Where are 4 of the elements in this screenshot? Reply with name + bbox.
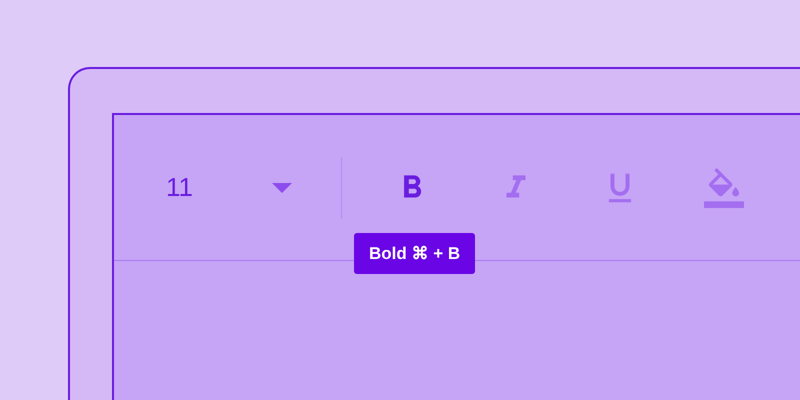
caret-icon (272, 182, 292, 192)
fill-color-button[interactable] (704, 168, 744, 208)
tooltip: Bold ⌘ + B (354, 233, 476, 274)
font-size-dropdown[interactable]: 11 (166, 168, 296, 207)
